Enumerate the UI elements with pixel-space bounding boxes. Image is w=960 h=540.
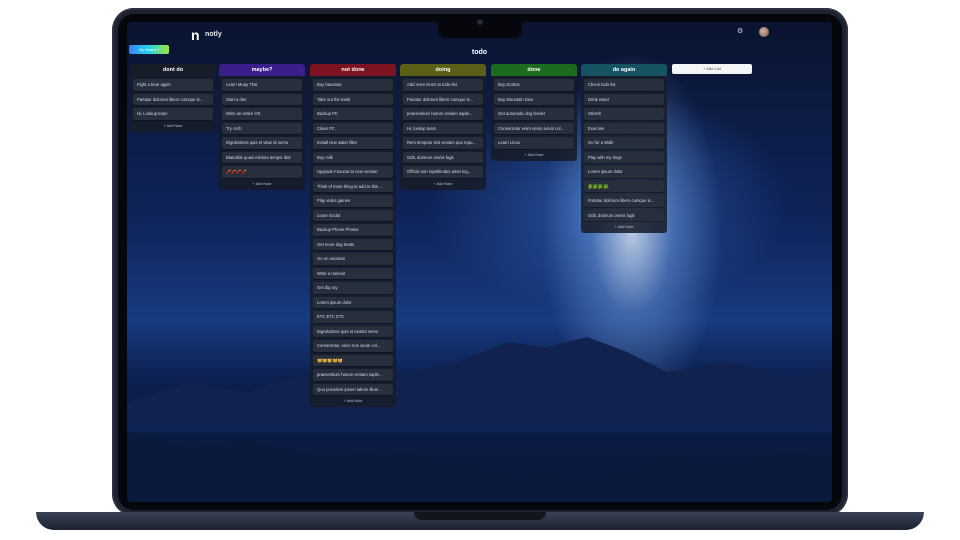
note-card[interactable]: Go for a Walk — [584, 137, 664, 149]
note-card[interactable]: Get more dog treats — [313, 238, 393, 250]
note-card[interactable]: Backup Phone Photos — [313, 224, 393, 236]
note-card[interactable]: Dignissimos quis et vitae id nemo — [222, 137, 302, 149]
app-name: notly — [205, 31, 222, 38]
note-card[interactable]: Install new water filter — [313, 137, 393, 149]
column-header[interactable]: doing — [400, 64, 486, 76]
note-card[interactable]: Buy Doritos — [494, 79, 574, 91]
note-card[interactable]: Hi, lookup team — [403, 122, 483, 134]
add-note-button[interactable]: + Add Note — [219, 178, 305, 190]
column-header[interactable]: not done — [310, 64, 396, 76]
note-card[interactable]: Think of more thing to add to this ... — [313, 180, 393, 192]
note-card[interactable]: Odit, dolorum omnis fugit — [403, 151, 483, 163]
note-card[interactable]: Learn Godot — [313, 209, 393, 221]
note-card[interactable]: Fortatur dolorum libero cumque is... — [584, 195, 664, 207]
column-3: doing Add more items to todo-list Pariatur… — [400, 64, 486, 190]
column-0: dont do Fight a bear again Pariatur doloru… — [130, 64, 216, 132]
column-header[interactable]: do again — [581, 64, 667, 76]
avatar[interactable] — [759, 27, 769, 37]
note-card[interactable]: 🧨🧨🧨🧨 — [222, 166, 302, 178]
note-card[interactable]: Consectetur, enim nos iurum col... — [313, 340, 393, 352]
note-card[interactable]: Officiis non repellendus amet ing... — [403, 166, 483, 178]
note-card[interactable]: Pariatur dolorum libero cumque is... — [133, 93, 213, 105]
column-5: do again Check todo list Drink water Stretc… — [581, 64, 667, 233]
mountain-landscape — [127, 337, 832, 502]
column-1: maybe? Learn Muay Thai Start a diet Write a… — [219, 64, 305, 190]
note-card[interactable]: Learn Muay Thai — [222, 79, 302, 91]
note-card[interactable]: Check todo list — [584, 79, 664, 91]
laptop-base-notch — [414, 512, 546, 520]
note-card[interactable]: Pariatur dolorum libero cumque is... — [403, 93, 483, 105]
sliders-icon[interactable]: ⚙ — [737, 27, 743, 35]
note-card[interactable]: Lorem ipsum dolor — [313, 296, 393, 308]
note-card[interactable]: 🥦🥦🥦🥦 — [584, 180, 664, 192]
note-card[interactable]: Play video games — [313, 195, 393, 207]
note-card[interactable]: Odit, dolorum omnis fugit — [584, 209, 664, 221]
app-screen: n notly ⚙ My Board 1 todo dont do Fight a… — [127, 22, 832, 502]
note-card[interactable]: Fight a bear again — [133, 79, 213, 91]
add-note-button[interactable]: + Add Note — [400, 178, 486, 190]
column-header[interactable]: maybe? — [219, 64, 305, 76]
camera-icon — [477, 19, 483, 25]
note-card[interactable]: Try Arch — [222, 122, 302, 134]
note-card[interactable]: Stretch — [584, 108, 664, 120]
note-card[interactable]: praesentium harum veniam saple... — [403, 108, 483, 120]
note-card[interactable]: ETC ETC ETC — [313, 311, 393, 323]
note-card[interactable]: 😸😸😸😸😸 — [313, 354, 393, 366]
add-note-button[interactable]: + Add Note — [581, 221, 667, 233]
note-card[interactable]: Start a diet — [222, 93, 302, 105]
note-card[interactable]: Upgrade Fusuma to new version — [313, 166, 393, 178]
column-header[interactable]: done — [491, 64, 577, 76]
camera-notch — [438, 14, 522, 38]
add-note-button[interactable]: + Add Note — [491, 149, 577, 161]
note-card[interactable]: Go on vacation — [313, 253, 393, 265]
note-card[interactable]: Lorem ipsum dolor — [584, 166, 664, 178]
note-card[interactable]: Exercise — [584, 122, 664, 134]
note-card[interactable]: Add more items to todo-list — [403, 79, 483, 91]
add-list-button[interactable]: + Add List — [672, 64, 752, 74]
note-card[interactable]: Drink water — [584, 93, 664, 105]
add-note-button[interactable]: + Add Note — [130, 120, 216, 132]
note-card[interactable]: praesentium harum veniam saple... — [313, 369, 393, 381]
note-card[interactable]: Clean PC — [313, 122, 393, 134]
add-note-button[interactable]: + Add Note — [310, 395, 396, 407]
note-card[interactable]: Rem tempore sint veniam quo repu... — [403, 137, 483, 149]
board-title: todo — [471, 49, 488, 56]
note-card[interactable]: Dignissimos quis et eiusrid nemo — [313, 325, 393, 337]
note-card[interactable]: Write an entire OS — [222, 108, 302, 120]
note-card[interactable]: Hi, Lookup team — [133, 108, 213, 120]
note-card[interactable]: Consectetur enim nemo iurum col... — [494, 122, 574, 134]
note-card[interactable]: Buy milk — [313, 151, 393, 163]
note-card[interactable]: Buy bananas — [313, 79, 393, 91]
column-header[interactable]: dont do — [130, 64, 216, 76]
note-card[interactable]: Play with my dogs — [584, 151, 664, 163]
note-card[interactable]: Learn Linux — [494, 137, 574, 149]
column-4: done Buy Doritos Buy Mountain Dew Get autom… — [491, 64, 577, 161]
note-card[interactable]: Quo provident ipsum labore illum... — [313, 383, 393, 395]
note-card[interactable]: Get automatic dog feeder — [494, 108, 574, 120]
note-card[interactable]: Write a memoir — [313, 267, 393, 279]
note-card[interactable]: Take out the trash — [313, 93, 393, 105]
app-logo[interactable]: n — [191, 27, 200, 43]
note-card[interactable]: Backup PC — [313, 108, 393, 120]
note-card[interactable]: Blanditiis quasi minima tempor ibid — [222, 151, 302, 163]
column-2: not done Buy bananas Take out the trash Bac… — [310, 64, 396, 407]
note-card[interactable]: Buy Mountain Dew — [494, 93, 574, 105]
note-card[interactable]: Get dig ray — [313, 282, 393, 294]
